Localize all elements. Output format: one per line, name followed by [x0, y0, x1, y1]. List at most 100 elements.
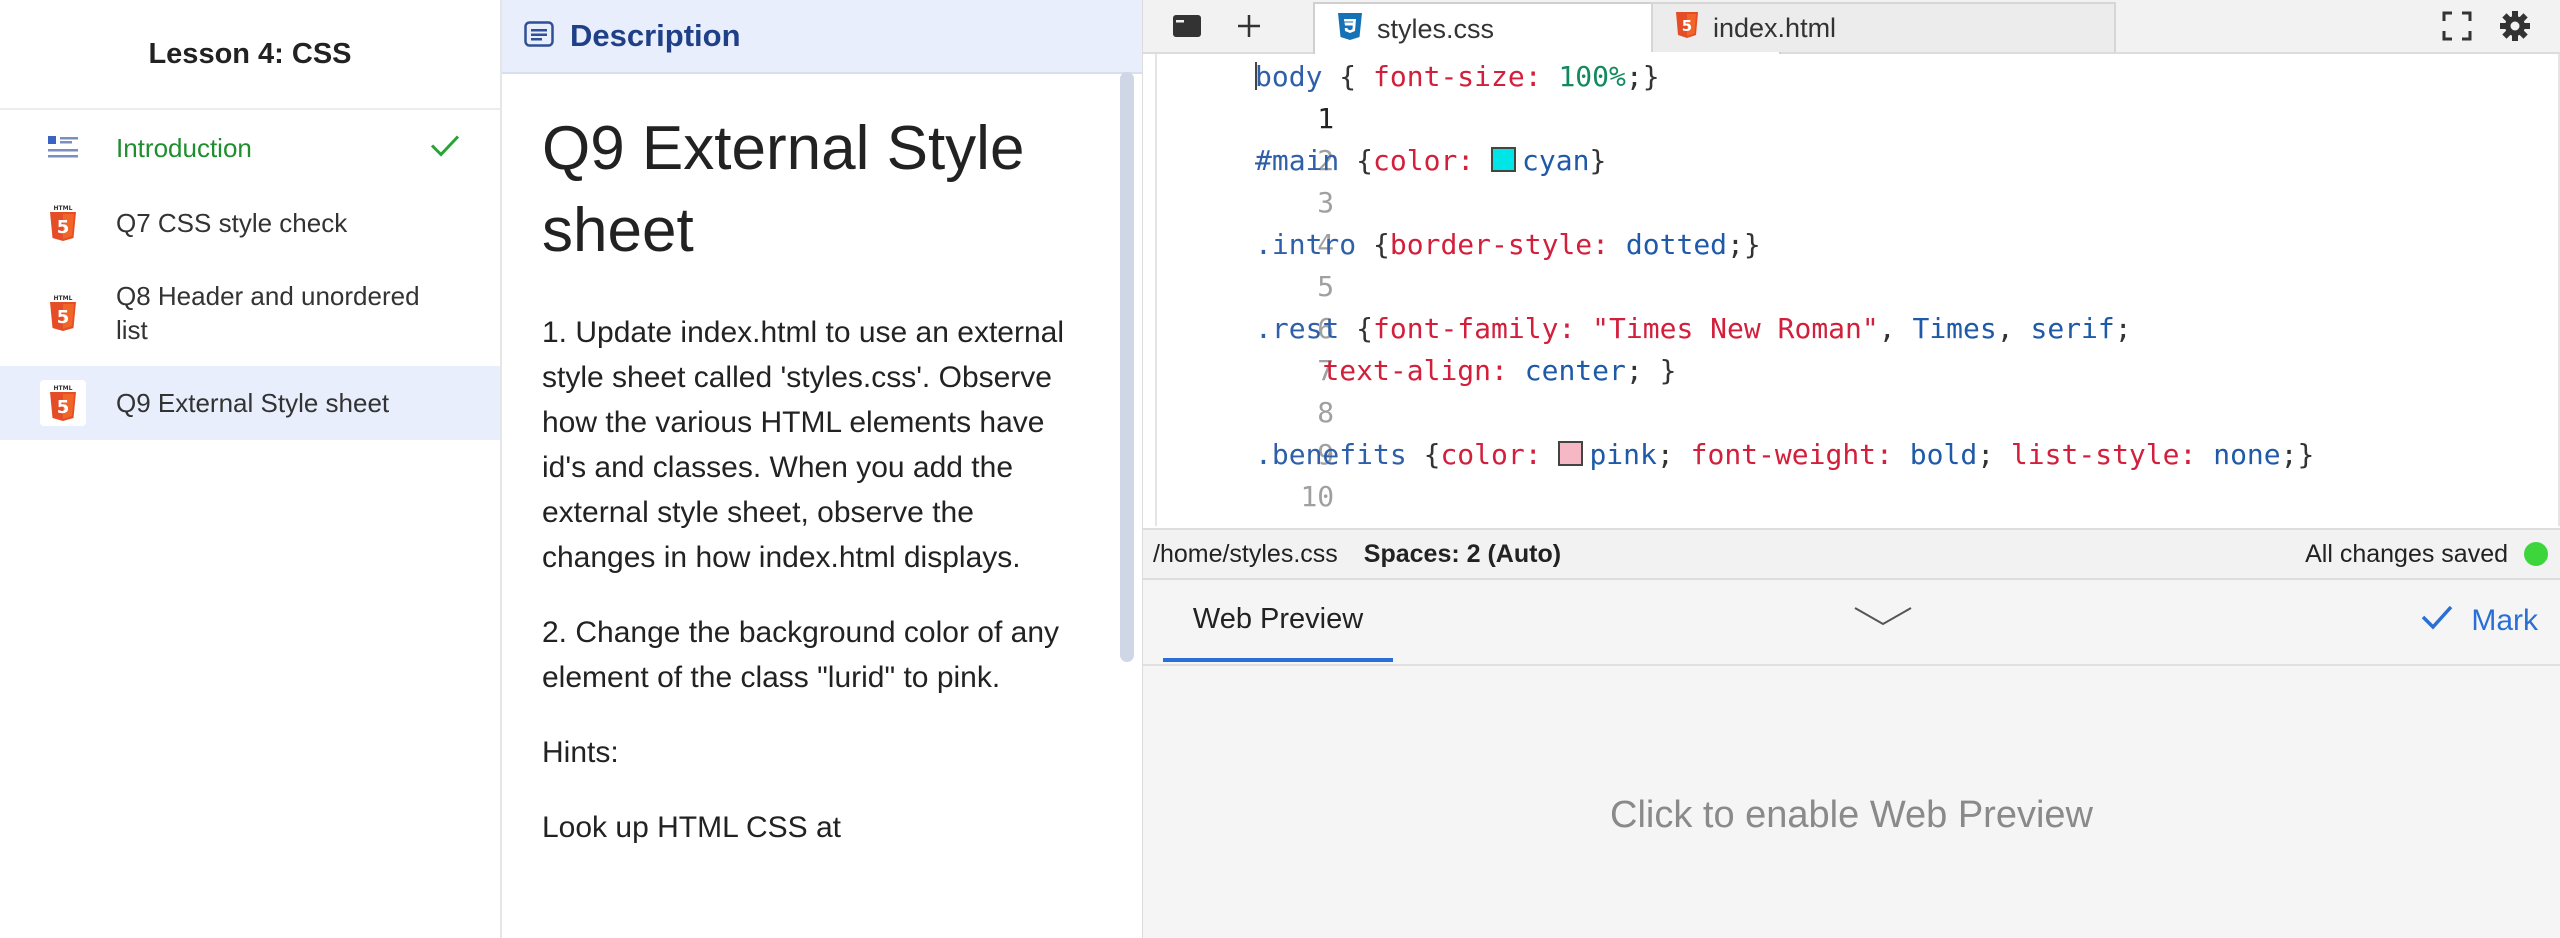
code-text: .rest {font-family: "Times New Roman", T…	[1255, 308, 2132, 350]
code-token: Times	[1912, 312, 1997, 345]
code-line: 5 .intro {border-style: dotted;}	[1157, 224, 1761, 303]
chevron-down-icon[interactable]	[1853, 602, 1913, 637]
css3-icon	[1337, 12, 1363, 47]
web-preview-area[interactable]: Click to enable Web Preview	[1143, 666, 2560, 938]
description-header-title: Description	[570, 18, 741, 53]
code-line: 6	[1157, 266, 1334, 345]
code-token: 100%	[1541, 60, 1626, 93]
code-line: 7 .rest {font-family: "Times New Roman",…	[1157, 308, 2132, 387]
code-line: 2	[1157, 98, 1334, 177]
mark-button[interactable]: Mark	[2421, 580, 2538, 662]
enable-preview-message[interactable]: Click to enable Web Preview	[1143, 794, 2560, 837]
code-text: #main {color: cyan}	[1255, 140, 1606, 182]
fullscreen-icon[interactable]	[2437, 6, 2477, 46]
tab-web-preview[interactable]: Web Preview	[1163, 580, 1393, 662]
new-file-icon[interactable]	[1229, 6, 1269, 46]
code-token: border-style:	[1389, 228, 1610, 261]
code-token: .benefits	[1255, 438, 1407, 471]
html5-icon: 5	[1675, 11, 1699, 46]
sidebar-item-label: Introduction	[116, 133, 252, 163]
sidebar-item-q8[interactable]: HTML 5 Q8 Header and unordered list	[0, 260, 500, 366]
sidebar-item-q7[interactable]: HTML 5 Q7 CSS style check	[0, 186, 500, 260]
code-token: {	[1339, 144, 1374, 177]
instruction-paragraph: Look up HTML CSS at	[542, 811, 842, 844]
instruction-paragraph: 1. Update index.html to use an external …	[542, 316, 1064, 574]
check-icon	[430, 134, 460, 163]
mark-button-label: Mark	[2471, 604, 2538, 637]
description-scrollbar[interactable]	[1120, 72, 1134, 662]
code-token: text-align:	[1322, 354, 1508, 387]
list-icon	[40, 125, 86, 171]
code-line: 1 body { font-size: 100%;}	[1157, 56, 1660, 135]
save-status: All changes saved	[2305, 539, 2508, 568]
code-token: color:	[1440, 438, 1542, 471]
color-swatch-cyan[interactable]	[1491, 147, 1517, 172]
lesson-title: Lesson 4: CSS	[0, 0, 500, 110]
code-line: 10 .benefits {color: pink; font-weight: …	[1157, 434, 2314, 513]
sidebar-item-introduction[interactable]: Introduction	[0, 110, 500, 186]
text-cursor	[1255, 62, 1257, 90]
code-token: font-family:	[1373, 312, 1576, 345]
svg-text:5: 5	[57, 397, 70, 418]
check-icon	[2421, 604, 2453, 638]
svg-text:5: 5	[1682, 17, 1692, 35]
code-token: ; }	[1625, 354, 1677, 387]
code-line: 4	[1157, 182, 1334, 261]
code-editor[interactable]: 1 body { font-size: 100%;} 2 3 #main {co…	[1155, 54, 2560, 526]
code-token: pink	[1589, 438, 1657, 471]
gear-icon[interactable]	[2495, 6, 2535, 46]
editor-status-bar: /home/styles.css Spaces: 2 (Auto) All ch…	[1143, 528, 2560, 580]
sidebar-item-label: Q8 Header and unordered list	[116, 281, 420, 345]
svg-text:5: 5	[57, 307, 70, 328]
svg-text:HTML: HTML	[54, 385, 73, 392]
description-icon	[524, 20, 554, 52]
html5-icon: HTML 5	[40, 290, 86, 336]
svg-text:HTML: HTML	[54, 295, 73, 302]
code-token: center	[1507, 354, 1626, 387]
code-line: 11	[1157, 476, 1334, 526]
code-token: .intro	[1255, 228, 1357, 261]
code-text: .benefits {color: pink; font-weight: bol…	[1255, 434, 2314, 476]
code-token: }	[1589, 144, 1607, 177]
code-text: text-align: center; }	[1255, 350, 1676, 392]
html5-icon: HTML 5	[40, 380, 86, 426]
editor-area: styles.css 5 index.html 1 body {font-si…	[1143, 0, 2560, 938]
code-token: font-size:	[1373, 60, 1542, 93]
sidebar-item-q9[interactable]: HTML 5 Q9 External Style sheet	[0, 366, 500, 440]
tab-index-html[interactable]: 5 index.html	[1651, 2, 2116, 52]
code-token: ;	[2114, 312, 2132, 345]
save-status-indicator	[2524, 542, 2548, 566]
code-line: 8 text-align: center; }	[1157, 350, 1676, 429]
description-header: Description	[502, 0, 1142, 74]
line-number: 11	[1258, 518, 1334, 526]
indent-setting[interactable]: Spaces: 2 (Auto)	[1364, 540, 1561, 569]
description-body: Q9 External Style sheet 1. Update index.…	[502, 74, 1112, 850]
hints-label: Hints:	[542, 736, 619, 769]
file-browser-icon[interactable]	[1167, 6, 1207, 46]
code-token: {	[1356, 228, 1390, 261]
description-panel: Description Q9 External Style sheet 1. U…	[502, 0, 1144, 938]
code-token: {	[1339, 312, 1374, 345]
sidebar-item-label: Q7 CSS style check	[116, 208, 348, 238]
color-swatch-pink[interactable]	[1558, 441, 1584, 466]
code-token: none	[2196, 438, 2281, 471]
code-line: 3 #main {color: cyan}	[1157, 140, 1606, 219]
code-token: ;	[1977, 438, 2011, 471]
question-title: Q9 External Style sheet	[542, 114, 1025, 265]
lesson-sidebar: Lesson 4: CSS Introduction HTML 5 Q7 CSS…	[0, 0, 502, 938]
code-token: "Times New Roman"	[1575, 312, 1879, 345]
preview-header: Web Preview Mark	[1143, 580, 2560, 666]
code-token: ;}	[1625, 60, 1660, 93]
code-token: font-weight:	[1690, 438, 1893, 471]
code-token: color:	[1373, 144, 1475, 177]
code-token: dotted	[1609, 228, 1728, 261]
sidebar-item-label: Q9 External Style sheet	[116, 388, 390, 418]
code-token: ,	[1996, 312, 2031, 345]
code-text: body { font-size: 100%;}	[1255, 56, 1660, 98]
svg-text:5: 5	[57, 217, 70, 238]
code-token: ,	[1878, 312, 1913, 345]
file-path: /home/styles.css	[1153, 539, 1338, 568]
code-token: serif	[2030, 312, 2115, 345]
code-token: {	[1406, 438, 1441, 471]
